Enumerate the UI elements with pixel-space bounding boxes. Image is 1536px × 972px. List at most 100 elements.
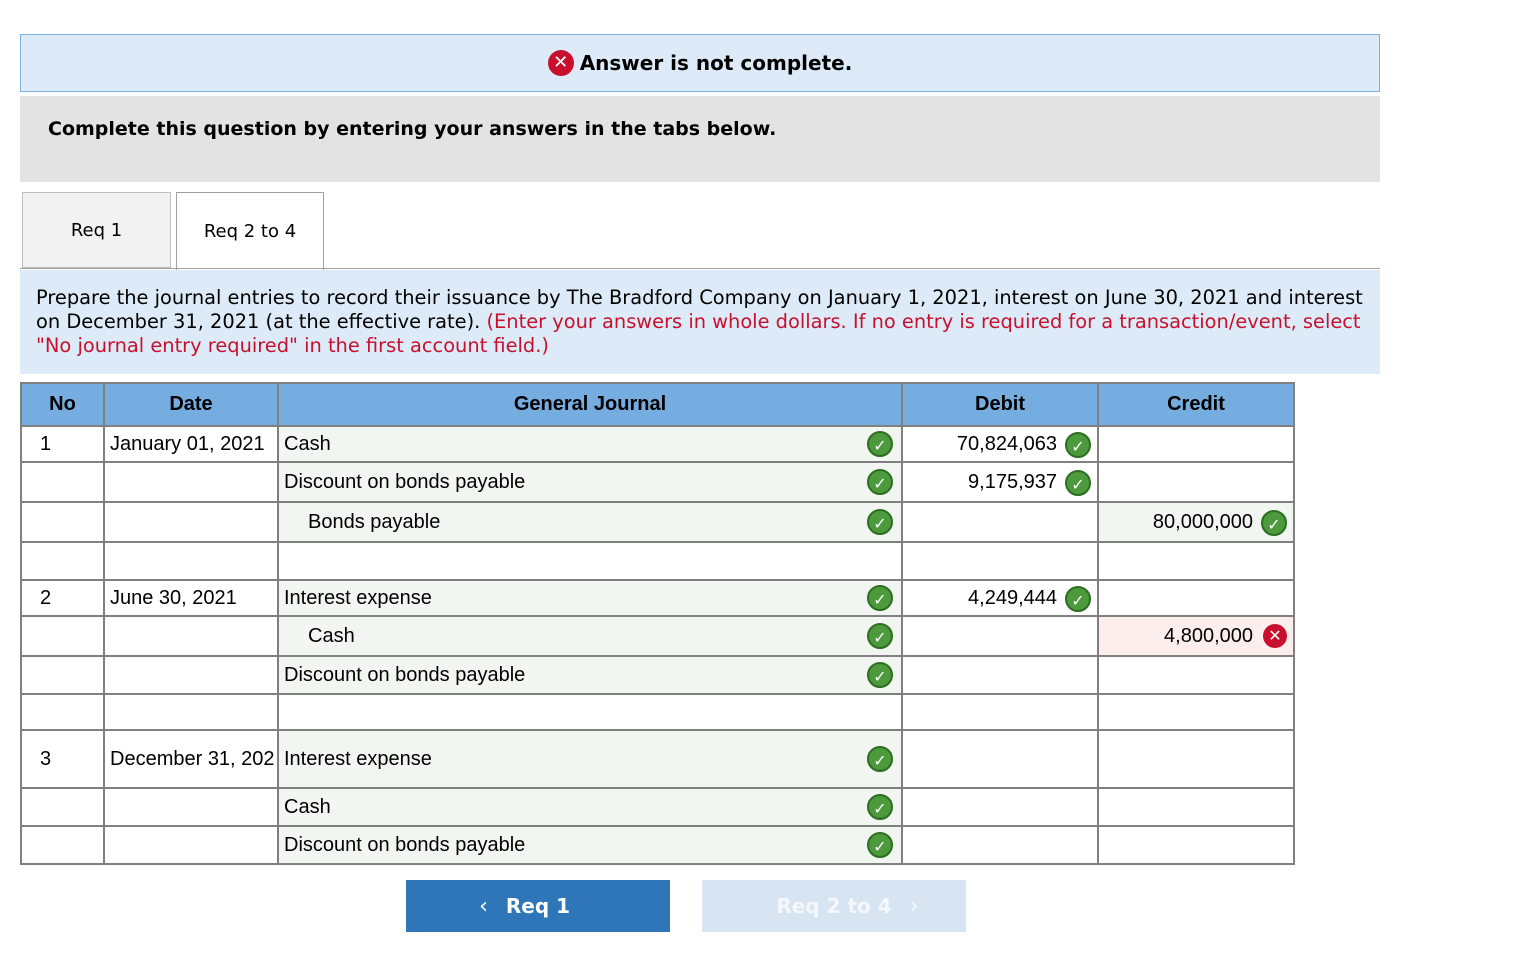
answer-status-text: Answer is not complete.: [579, 51, 853, 75]
entry-date-field[interactable]: [103, 541, 279, 581]
entry-date-field[interactable]: [103, 461, 279, 503]
debit-field[interactable]: [901, 693, 1099, 731]
entry-date-field[interactable]: [103, 655, 279, 695]
check-circle-icon: ✓: [867, 509, 893, 535]
check-circle-icon: ✓: [867, 585, 893, 611]
account-name: Discount on bonds payable: [284, 470, 526, 493]
account-field[interactable]: Bonds payable ✓: [277, 501, 903, 543]
entry-date-field[interactable]: [103, 787, 279, 827]
tab-label: Req 2 to 4: [203, 221, 297, 242]
chevron-right-icon: ›: [909, 893, 919, 919]
credit-field[interactable]: [1097, 693, 1295, 731]
credit-field[interactable]: [1097, 655, 1295, 695]
debit-field[interactable]: [901, 729, 1099, 789]
entry-no: [20, 541, 105, 581]
account-field[interactable]: Cash ✓: [277, 615, 903, 657]
credit-field[interactable]: 4,800,000 ✕: [1097, 615, 1295, 657]
instructions-panel: Complete this question by entering your …: [20, 96, 1380, 182]
prev-req-button[interactable]: ‹ Req 1 ›: [406, 880, 670, 932]
account-field[interactable]: Interest expense ✓: [277, 579, 903, 617]
entry-date-field[interactable]: [103, 501, 279, 543]
next-req-button[interactable]: ‹ Req 2 to 4 ›: [702, 880, 966, 932]
check-circle-icon: ✓: [1261, 510, 1287, 536]
check-circle-icon: ✓: [867, 794, 893, 820]
table-header-row: No Date General Journal Debit Credit: [20, 382, 1295, 427]
account-field[interactable]: [277, 693, 903, 731]
credit-value: 4,800,000: [1164, 624, 1253, 647]
account-field[interactable]: Cash ✓: [277, 425, 903, 463]
table-row: Discount on bonds payable ✓: [20, 655, 1295, 695]
entry-no: [20, 501, 105, 543]
answer-status-banner: ✕ Answer is not complete.: [20, 34, 1380, 92]
credit-field[interactable]: [1097, 729, 1295, 789]
account-field[interactable]: Discount on bonds payable ✓: [277, 825, 903, 865]
debit-field[interactable]: 4,249,444 ✓: [901, 579, 1099, 617]
table-row: Bonds payable ✓ 80,000,000 ✓: [20, 501, 1295, 543]
table-row: Cash ✓ 4,800,000 ✕: [20, 615, 1295, 657]
debit-field[interactable]: [901, 541, 1099, 581]
entry-no: [20, 655, 105, 695]
entry-no: [20, 615, 105, 657]
account-name: Cash: [284, 795, 331, 818]
debit-value: 4,249,444: [968, 586, 1057, 609]
account-name: Discount on bonds payable: [284, 663, 526, 686]
credit-value: 80,000,000: [1152, 510, 1253, 533]
account-name: [279, 701, 284, 723]
account-field[interactable]: Cash ✓: [277, 787, 903, 827]
account-field[interactable]: Interest expense ✓: [277, 729, 903, 789]
check-circle-icon: ✓: [867, 746, 893, 772]
table-row: 2 June 30, 2021 Interest expense ✓ 4,249,…: [20, 579, 1295, 617]
tab-req-2-to-4[interactable]: Req 2 to 4: [176, 192, 324, 270]
check-circle-icon: ✓: [1065, 470, 1091, 496]
check-circle-icon: ✓: [867, 623, 893, 649]
debit-field[interactable]: [901, 787, 1099, 827]
entry-date-field[interactable]: June 30, 2021: [103, 579, 279, 617]
instructions-text: Complete this question by entering your …: [48, 118, 777, 140]
check-circle-icon: ✓: [867, 469, 893, 495]
tab-divider: [20, 268, 1380, 269]
debit-field[interactable]: [901, 655, 1099, 695]
entry-no: 2: [20, 579, 105, 617]
credit-field[interactable]: [1097, 825, 1295, 865]
entry-date-field[interactable]: December 31, 202: [103, 729, 279, 789]
credit-field[interactable]: [1097, 541, 1295, 581]
debit-field[interactable]: [901, 501, 1099, 543]
check-circle-icon: ✓: [867, 431, 893, 457]
debit-field[interactable]: 70,824,063 ✓: [901, 425, 1099, 463]
chevron-left-icon: ‹: [479, 893, 488, 919]
account-name: Cash: [308, 624, 355, 647]
debit-field[interactable]: [901, 825, 1099, 865]
debit-value: 9,175,937: [968, 470, 1057, 493]
debit-value: 70,824,063: [956, 432, 1057, 455]
entry-date-field[interactable]: [103, 693, 279, 731]
tab-label: Req 1: [70, 219, 123, 241]
debit-field[interactable]: 9,175,937 ✓: [901, 461, 1099, 503]
entry-date-field[interactable]: [103, 615, 279, 657]
entry-no: 1: [20, 425, 105, 463]
entry-date-field[interactable]: [103, 825, 279, 865]
credit-field[interactable]: [1097, 579, 1295, 617]
header-credit: Credit: [1097, 382, 1295, 427]
general-journal-table: No Date General Journal Debit Credit 1 J…: [20, 382, 1295, 865]
debit-field[interactable]: [901, 615, 1099, 657]
account-field[interactable]: Discount on bonds payable ✓: [277, 461, 903, 503]
account-name: Interest expense: [284, 747, 432, 770]
credit-field[interactable]: [1097, 787, 1295, 827]
tab-req-1[interactable]: Req 1: [22, 192, 171, 268]
header-general-journal: General Journal: [277, 382, 903, 427]
entry-no: [20, 693, 105, 731]
entry-no: [20, 787, 105, 827]
credit-field[interactable]: [1097, 425, 1295, 463]
account-field[interactable]: Discount on bonds payable ✓: [277, 655, 903, 695]
entry-date-field[interactable]: January 01, 2021: [103, 425, 279, 463]
check-circle-icon: ✓: [1065, 586, 1091, 612]
table-row: 1 January 01, 2021 Cash ✓ 70,824,063 ✓: [20, 425, 1295, 463]
credit-field[interactable]: [1097, 461, 1295, 503]
account-name: [279, 550, 284, 572]
check-circle-icon: ✓: [1065, 432, 1091, 458]
account-name: Interest expense: [284, 586, 432, 609]
account-name: Discount on bonds payable: [284, 833, 526, 856]
credit-field[interactable]: 80,000,000 ✓: [1097, 501, 1295, 543]
prev-req-label: Req 1: [505, 894, 571, 918]
account-field[interactable]: [277, 541, 903, 581]
